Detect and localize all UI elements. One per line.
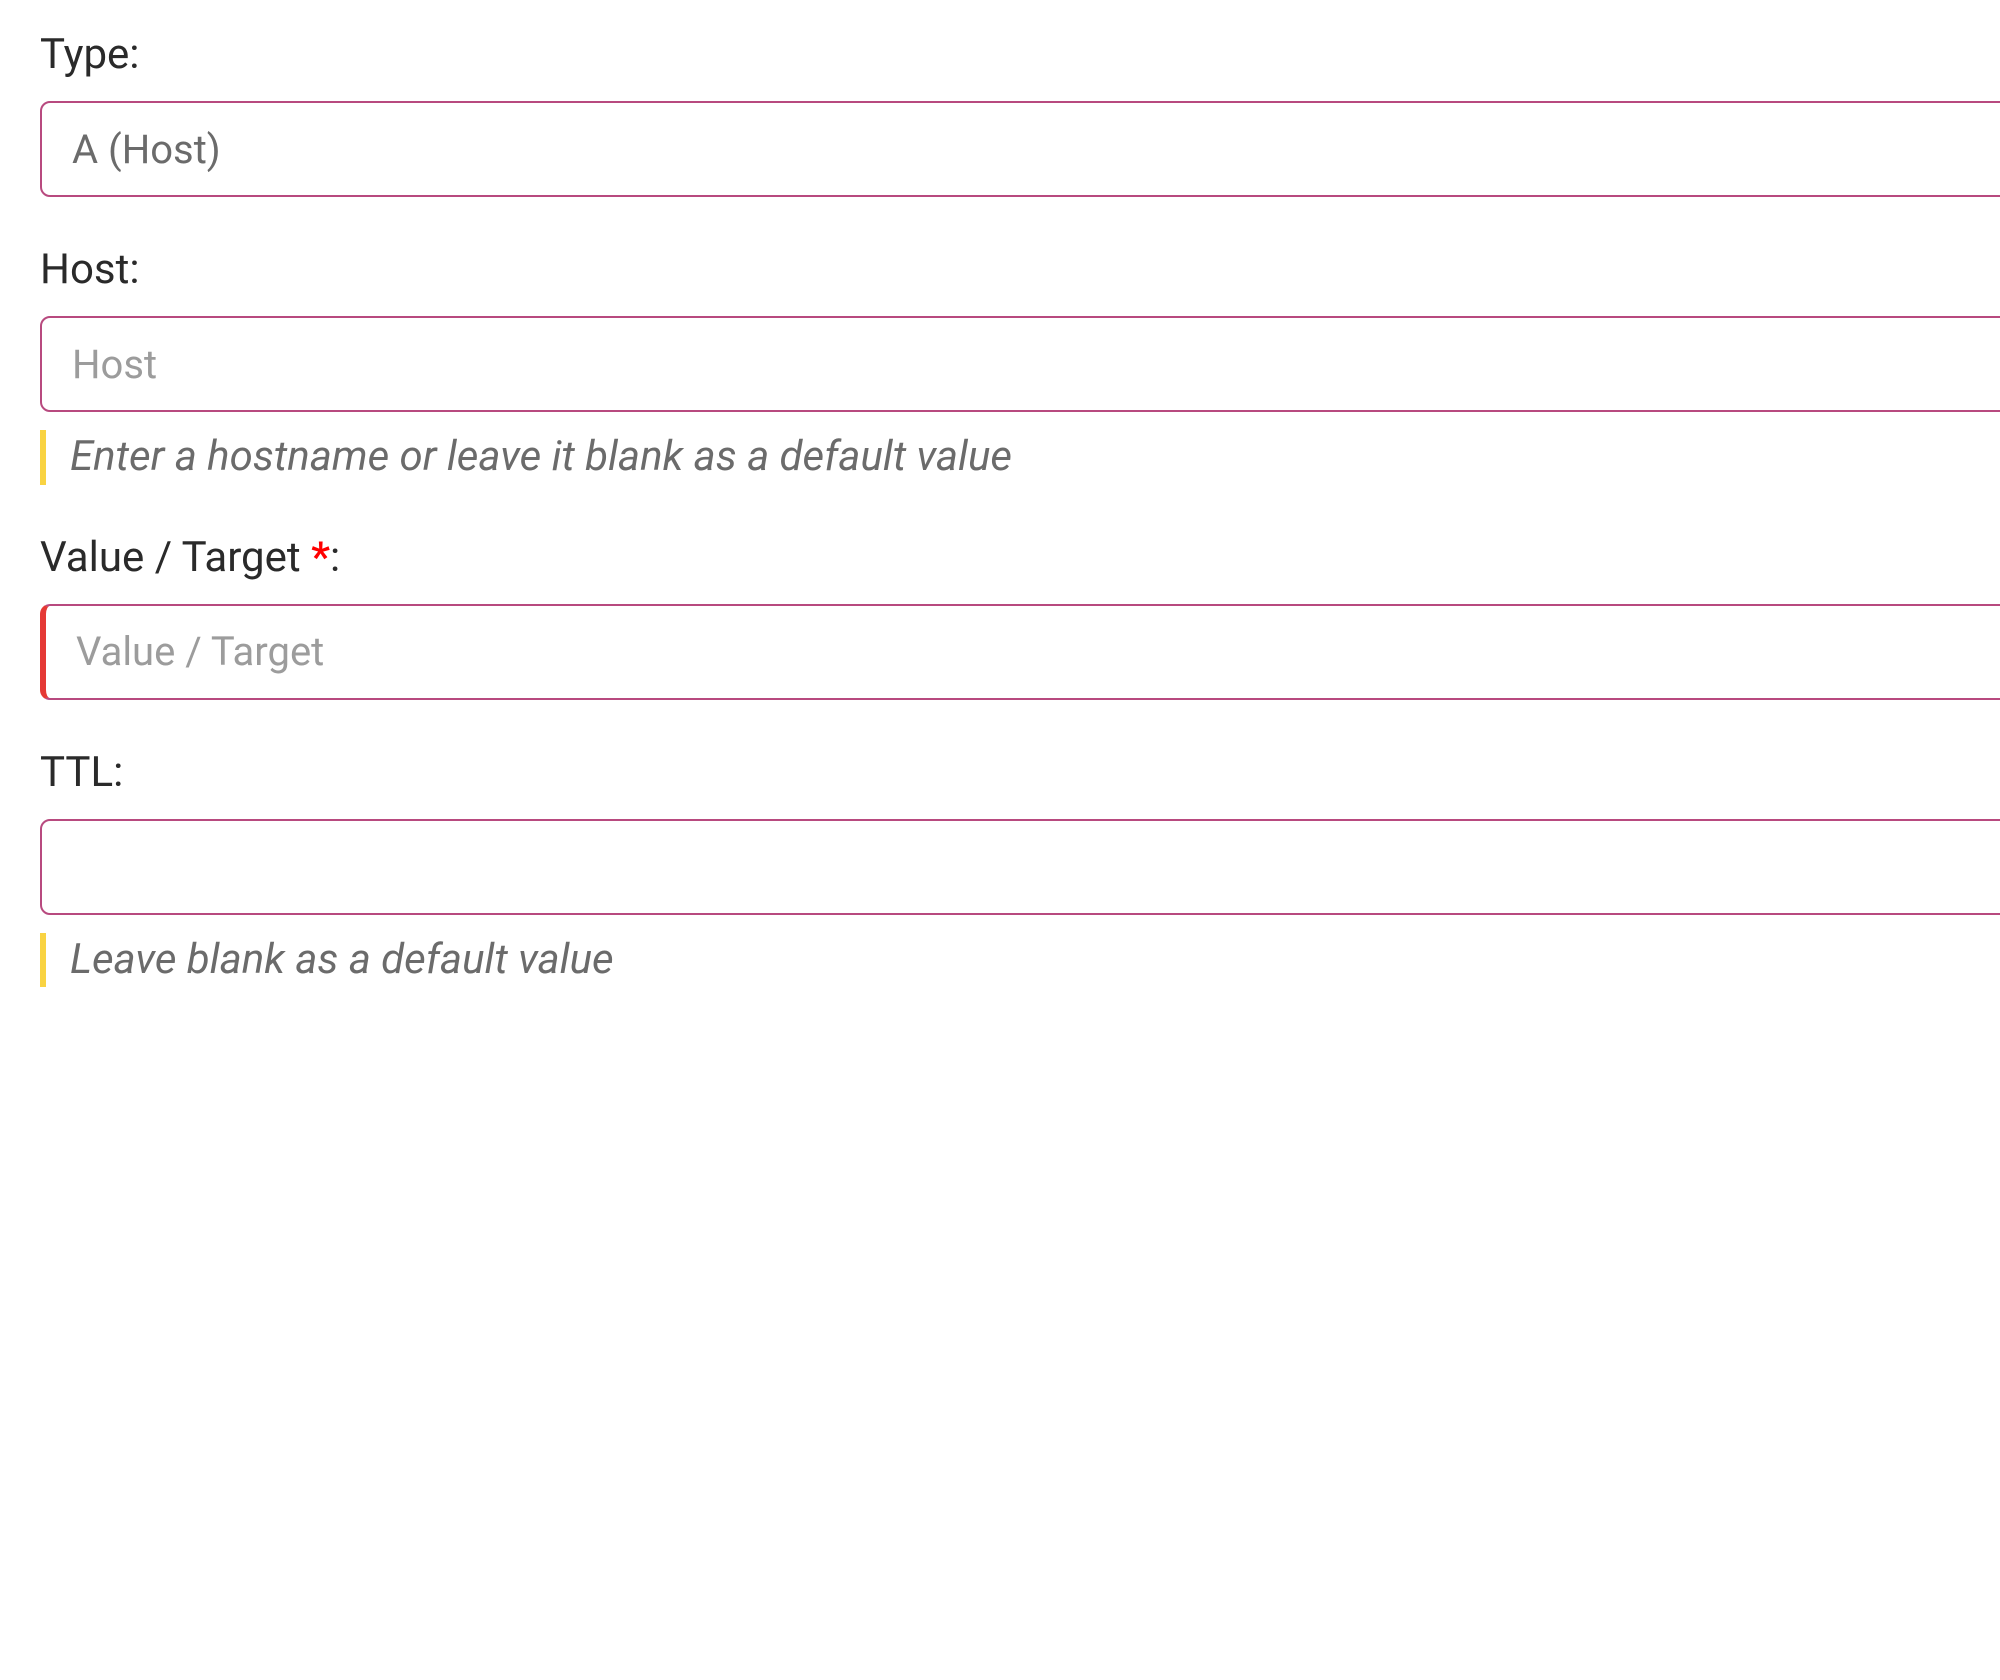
- type-select[interactable]: A (Host): [40, 101, 2000, 197]
- value-target-field-group: Value / Target *:: [40, 533, 2000, 700]
- value-target-label-text: Value / Target: [40, 533, 311, 582]
- ttl-field-group: TTL: Leave blank as a default value: [40, 748, 2000, 988]
- host-field-group: Host: Enter a hostname or leave it blank…: [40, 245, 2000, 485]
- required-asterisk: *: [311, 533, 330, 582]
- ttl-hint: Leave blank as a default value: [40, 933, 2000, 988]
- value-target-label-suffix: :: [330, 533, 340, 582]
- host-hint: Enter a hostname or leave it blank as a …: [40, 430, 2000, 485]
- host-label: Host:: [40, 245, 2000, 294]
- type-select-value: A (Host): [72, 126, 221, 173]
- type-field-group: Type: A (Host): [40, 30, 2000, 197]
- ttl-input[interactable]: [40, 819, 2000, 915]
- value-target-input[interactable]: [40, 604, 2000, 700]
- value-target-label: Value / Target *:: [40, 533, 2000, 582]
- host-input[interactable]: [40, 316, 2000, 412]
- ttl-label: TTL:: [40, 748, 2000, 797]
- type-label: Type:: [40, 30, 2000, 79]
